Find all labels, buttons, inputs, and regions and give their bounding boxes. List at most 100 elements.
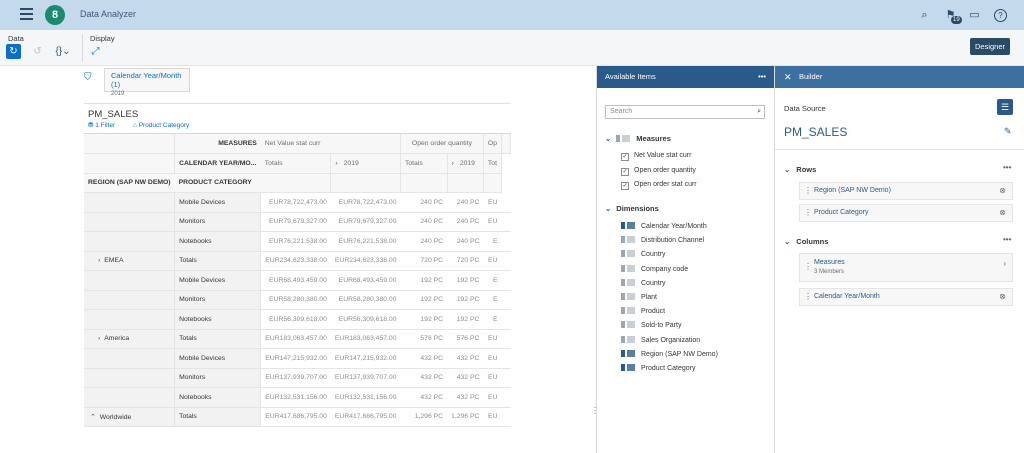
value-cell: 720 PC [447, 251, 484, 271]
dimension-item[interactable]: Country [621, 278, 666, 287]
dimension-icon [621, 321, 635, 329]
drag-handle-icon[interactable]: ⋮ [804, 205, 812, 221]
value-cell: EU [483, 368, 502, 388]
row-dimension-card[interactable]: ⋮ Region (SAP NW Demo) ⊗ [799, 182, 1013, 200]
value-cell: EUR132,531,156.00 [330, 387, 401, 408]
toolbar-separator [82, 34, 83, 62]
checkbox-checked-icon[interactable]: ✓ [621, 153, 629, 161]
dimension-item[interactable]: Product Category [621, 364, 695, 372]
dimension-item[interactable]: Distribution Channel [621, 236, 704, 244]
search-icon[interactable]: ⌕ [918, 9, 931, 22]
dimension-label: Company code [641, 265, 689, 273]
product-category-cell: Mobile Devices [174, 192, 262, 213]
dimension-icon [621, 335, 635, 343]
dimension-item[interactable]: Sales Organization [621, 335, 700, 344]
chevron-right-icon[interactable]: › [98, 335, 100, 342]
menu-icon[interactable] [20, 8, 33, 20]
data-source-name: PM_SALES [784, 125, 848, 139]
checkbox-checked-icon[interactable]: ✓ [621, 182, 629, 190]
value-cell: EU [483, 348, 502, 369]
column-dimension-card[interactable]: ⋮ Measures 3 Members › [799, 253, 1013, 282]
fullscreen-button[interactable]: ⤢ [88, 44, 103, 59]
product-category-cell: Notebooks [174, 387, 262, 408]
chevron-right-icon[interactable]: › [452, 160, 454, 167]
chevron-right-icon[interactable]: › [1003, 259, 1006, 268]
measure-item[interactable]: ✓ Open order quantity [621, 167, 696, 176]
data-source-details-button[interactable]: ☰ [997, 99, 1013, 115]
remove-icon[interactable]: ⊗ [999, 183, 1006, 199]
filter-chip[interactable]: Calendar Year/Month (1) 2019 [104, 68, 190, 97]
refresh-button[interactable]: ↻ [6, 44, 21, 59]
shell-bar: 8 Data Analyzer ⌕ ⚑ 19 ▭ ? [0, 0, 1024, 30]
dimension-item[interactable]: Sold-to Party [621, 321, 681, 329]
value-cell: EU [483, 407, 502, 427]
product-category-link[interactable]: ⌂ Product Category [133, 122, 197, 129]
feedback-icon[interactable]: ▭ [968, 9, 981, 22]
dimension-icon [621, 364, 635, 371]
row-dimension-card[interactable]: ⋮ Product Category ⊗ [799, 204, 1013, 222]
drag-handle-icon[interactable]: ⋮ [804, 262, 812, 271]
year-header[interactable]: › 2019 [447, 153, 484, 174]
chevron-up-icon[interactable]: ⌃ [90, 414, 96, 421]
checkbox-checked-icon[interactable]: ✓ [621, 167, 629, 176]
columns-more-icon[interactable]: ••• [1003, 235, 1011, 244]
chevron-down-icon[interactable]: ⌄ [605, 134, 611, 143]
help-icon[interactable]: ? [994, 9, 1007, 22]
drag-handle-icon[interactable]: ⋮ [804, 183, 812, 199]
remove-icon[interactable]: ⊗ [999, 289, 1006, 305]
measure-item[interactable]: ✓ Open order stat curr [621, 181, 697, 190]
value-cell: 432 PC [447, 348, 484, 369]
dimension-item[interactable]: Plant [621, 293, 657, 301]
dimension-item[interactable]: Calendar Year/Month [621, 222, 707, 230]
dimension-label: Country [641, 279, 666, 287]
chevron-down-icon[interactable]: ⌄ [784, 237, 790, 246]
header-empty-cell [501, 134, 511, 154]
year-header[interactable]: › 2019 [330, 153, 401, 174]
more-icon[interactable]: ••• [758, 66, 766, 88]
value-cell: EUR79,679,327.00 [330, 212, 401, 232]
filter-icon[interactable]: ⛉ [84, 72, 92, 83]
remove-icon[interactable]: ⊗ [999, 205, 1006, 221]
column-dimension-card[interactable]: ⋮ Calendar Year/Month ⊗ [799, 288, 1013, 306]
notification-badge: 19 [951, 16, 962, 24]
dimension-item[interactable]: Company code [621, 264, 689, 273]
rows-section[interactable]: ⌄ Rows [784, 165, 816, 174]
value-cell: EUR234,623,338.00 [260, 251, 331, 271]
dimension-label: Product Category [641, 365, 696, 372]
measure-item[interactable]: ✓ Net Value stat curr [621, 152, 691, 161]
value-cell: EUR137,939,707.00 [330, 368, 401, 388]
measure-icon [616, 135, 631, 142]
dimensions-section[interactable]: ⌄ Dimensions [605, 204, 659, 213]
region-cell[interactable]: › EMEA [84, 251, 176, 271]
search-input[interactable]: Search ⌕ [605, 105, 765, 119]
filter-chip-value: 2019 [111, 91, 125, 97]
designer-button[interactable]: Designer [970, 38, 1010, 55]
measure-header-cell[interactable]: Op [483, 134, 503, 154]
value-cell: 240 PC [447, 212, 484, 232]
region-cell[interactable]: › America [84, 329, 176, 349]
filter-count-link[interactable]: ⛃ 1 Filter [88, 122, 123, 129]
measure-header-cell[interactable]: Open order quantity [400, 134, 484, 154]
chevron-down-icon[interactable]: ⌄ [605, 204, 611, 213]
drag-handle-icon[interactable]: ⋮ [804, 289, 812, 305]
chevron-right-icon[interactable]: › [98, 257, 100, 264]
undo-button[interactable]: ↺ [30, 44, 45, 59]
totals-header: Tot [483, 153, 503, 174]
rows-more-icon[interactable]: ••• [1003, 163, 1011, 172]
dimension-item[interactable]: Product [621, 307, 665, 315]
value-cell [501, 212, 511, 232]
table-row: Mobile Devices EUR68,493,459.00 EUR68,493,… [84, 270, 511, 291]
chevron-right-icon[interactable]: › [335, 160, 337, 167]
columns-section[interactable]: ⌄ Columns [784, 237, 828, 246]
measure-header-cell[interactable]: Net Value stat curr [260, 134, 401, 154]
dimension-item[interactable]: Country [621, 250, 666, 258]
measures-section[interactable]: ⌄ Measures [605, 134, 671, 143]
value-cell [501, 290, 511, 310]
edit-icon[interactable]: ✎ [1004, 126, 1012, 137]
chevron-down-icon[interactable]: ⌄ [784, 165, 790, 174]
region-cell[interactable]: ⌃ Worldwide [84, 407, 176, 427]
dimension-item[interactable]: Region (SAP NW Demo) [621, 349, 718, 358]
app-logo[interactable]: 8 [45, 5, 65, 25]
variables-button[interactable]: {}⌄ [52, 44, 74, 59]
search-icon[interactable]: ⌕ [757, 106, 761, 118]
